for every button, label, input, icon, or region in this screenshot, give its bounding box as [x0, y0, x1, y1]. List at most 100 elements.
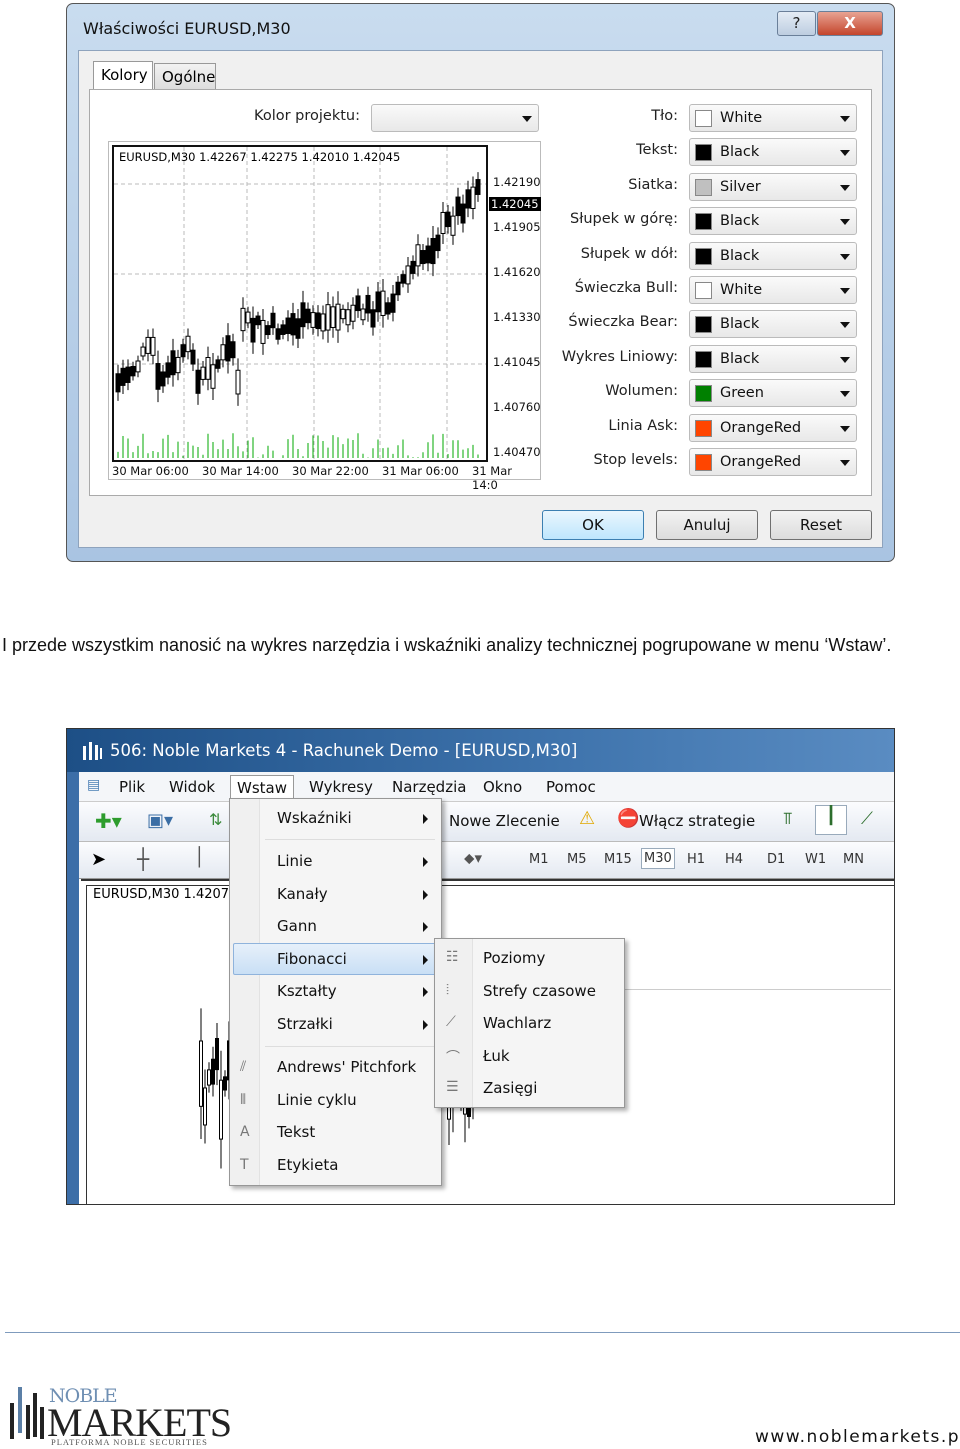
submenu-item[interactable]: Zasięgi [483, 1079, 537, 1097]
crosshair-icon[interactable]: ┼ [137, 847, 149, 871]
submenu-item[interactable]: Wachlarz [483, 1014, 551, 1032]
color-dropdown[interactable]: Silver [689, 172, 857, 201]
color-dropdown[interactable]: Black [689, 138, 857, 167]
candle [160, 371, 166, 387]
menu-item-linie-cyklu[interactable]: Linie cyklu [277, 1091, 357, 1109]
cancel-button[interactable]: Anuluj [656, 510, 758, 540]
timeframe-w1[interactable]: W1 [805, 852, 826, 867]
candle [380, 290, 386, 316]
timeframe-h1[interactable]: H1 [687, 852, 705, 867]
candle [415, 244, 421, 267]
submenu-item[interactable]: Poziomy [483, 949, 545, 967]
fib-fan-icon: ⟋ [446, 1014, 456, 1030]
menu-widok[interactable]: Widok [169, 778, 215, 796]
menu-item-wskaźniki[interactable]: Wskaźniki [277, 809, 352, 827]
tab-general[interactable]: Ogólne [154, 63, 216, 90]
color-label: Linia Ask: [608, 417, 678, 434]
reset-button[interactable]: Reset [770, 510, 872, 540]
new-order-button[interactable]: Nowe Zlecenie [449, 812, 560, 830]
candle [245, 311, 251, 324]
color-dropdown[interactable]: Black [689, 241, 857, 270]
color-value: Green [720, 385, 764, 402]
strategies-button[interactable]: Włącz strategie [639, 812, 755, 830]
menu-pomoc[interactable]: Pomoc [546, 778, 596, 796]
color-label: Siatka: [628, 176, 678, 193]
menu-item-kanały[interactable]: Kanały [277, 885, 328, 903]
profiles-icon[interactable]: ▣▾ [147, 810, 173, 831]
ok-button[interactable]: OK [542, 510, 644, 540]
cycle-lines-icon: ⦀ [240, 1092, 247, 1108]
new-chart-icon[interactable]: ✚▾ [95, 809, 122, 833]
color-label: Słupek w górę: [570, 211, 678, 228]
color-label: Tło: [651, 108, 678, 124]
strategies-icon[interactable]: ⛔ [617, 808, 639, 829]
menu-item-etykieta[interactable]: Etykieta [277, 1156, 338, 1174]
candle [255, 315, 261, 326]
line-chart-icon[interactable]: ⟋ [861, 809, 873, 829]
candle [355, 295, 361, 312]
candle [465, 189, 471, 209]
market-watch-icon[interactable]: ⇅ [209, 810, 222, 829]
color-dropdown[interactable]: White [689, 276, 857, 304]
color-label: Świeczka Bear: [568, 314, 678, 331]
timeframe-m30[interactable]: M30 [641, 848, 675, 869]
color-dropdown[interactable]: Black [689, 207, 857, 236]
menu-item-strzałki[interactable]: Strzałki [277, 1015, 333, 1033]
menu-item-fibonacci[interactable]: Fibonacci [277, 950, 347, 968]
candlestick-chart-icon[interactable]: ┃ [815, 805, 847, 835]
submenu-item[interactable]: Strefy czasowe [483, 982, 596, 1000]
chevron-right-icon [423, 814, 428, 824]
color-dropdown[interactable]: White [689, 104, 857, 132]
chevron-right-icon [423, 987, 428, 997]
menu-item-andrews-pitchfork[interactable]: Andrews' Pitchfork [277, 1058, 416, 1076]
close-button[interactable]: X [817, 11, 883, 36]
color-dropdown[interactable]: Black [689, 310, 857, 339]
timeframe-m1[interactable]: M1 [529, 852, 549, 867]
color-label: Tekst: [636, 142, 678, 159]
candle [219, 1079, 223, 1140]
timeframe-h4[interactable]: H4 [725, 852, 743, 867]
color-dropdown[interactable]: OrangeRed [689, 413, 857, 442]
menu-item-tekst[interactable]: Tekst [277, 1123, 315, 1141]
candle [320, 313, 326, 332]
timeframe-d1[interactable]: D1 [767, 852, 785, 867]
candle [315, 312, 321, 330]
color-value: Silver [720, 178, 761, 195]
submenu-item[interactable]: Łuk [483, 1047, 510, 1065]
warning-icon[interactable]: ⚠ [579, 808, 595, 829]
color-dropdown[interactable]: OrangeRed [689, 448, 857, 476]
color-value: Black [720, 144, 760, 161]
title-bar: 506: Noble Markets 4 - Rachunek Demo - [… [67, 729, 894, 772]
time-label: 30 Mar 06:00 [112, 464, 189, 478]
menu-wykresy[interactable]: Wykresy [309, 778, 373, 796]
timeframe-m5[interactable]: M5 [567, 852, 587, 867]
color-value: Black [720, 316, 760, 333]
candle [150, 336, 156, 356]
candle [223, 1076, 227, 1091]
tab-colors[interactable]: Kolory [93, 61, 153, 91]
chevron-right-icon [423, 922, 428, 932]
color-dropdown[interactable]: Black [689, 344, 857, 373]
color-dropdown[interactable]: Green [689, 379, 857, 408]
menu-plik[interactable]: Plik [119, 778, 145, 796]
chevron-right-icon [423, 857, 428, 867]
website-url[interactable]: www.noblemarkets.pl [755, 1427, 960, 1447]
menu-okno[interactable]: Okno [483, 778, 522, 796]
arrows-icon[interactable]: ⬥▾ [464, 849, 482, 867]
price-label: 1.41620 [493, 265, 541, 279]
candle [140, 346, 146, 357]
footer-divider [5, 1332, 960, 1333]
help-button[interactable]: ? [777, 11, 816, 36]
menu-wstaw[interactable]: Wstaw [230, 775, 294, 800]
menu-item-gann[interactable]: Gann [277, 917, 317, 935]
bar-chart-icon[interactable]: ⫪ [783, 809, 793, 829]
timeframe-m15[interactable]: M15 [604, 852, 632, 867]
menu-item-linie[interactable]: Linie [277, 852, 312, 870]
vertical-line-icon[interactable]: │ [194, 847, 205, 868]
timeframe-mn[interactable]: MN [843, 852, 864, 867]
cursor-icon[interactable]: ➤ [91, 849, 106, 870]
menu-item-kształty[interactable]: Kształty [277, 982, 337, 1000]
color-value: Black [720, 350, 760, 367]
menu-narzędzia[interactable]: Narzędzia [392, 778, 466, 796]
candle [405, 265, 411, 285]
